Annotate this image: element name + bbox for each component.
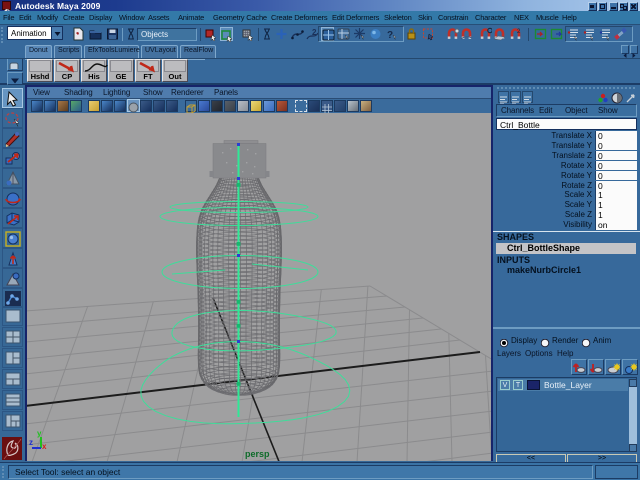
svg-text:2: 2 (517, 29, 521, 35)
svg-text:?: ? (387, 30, 393, 41)
